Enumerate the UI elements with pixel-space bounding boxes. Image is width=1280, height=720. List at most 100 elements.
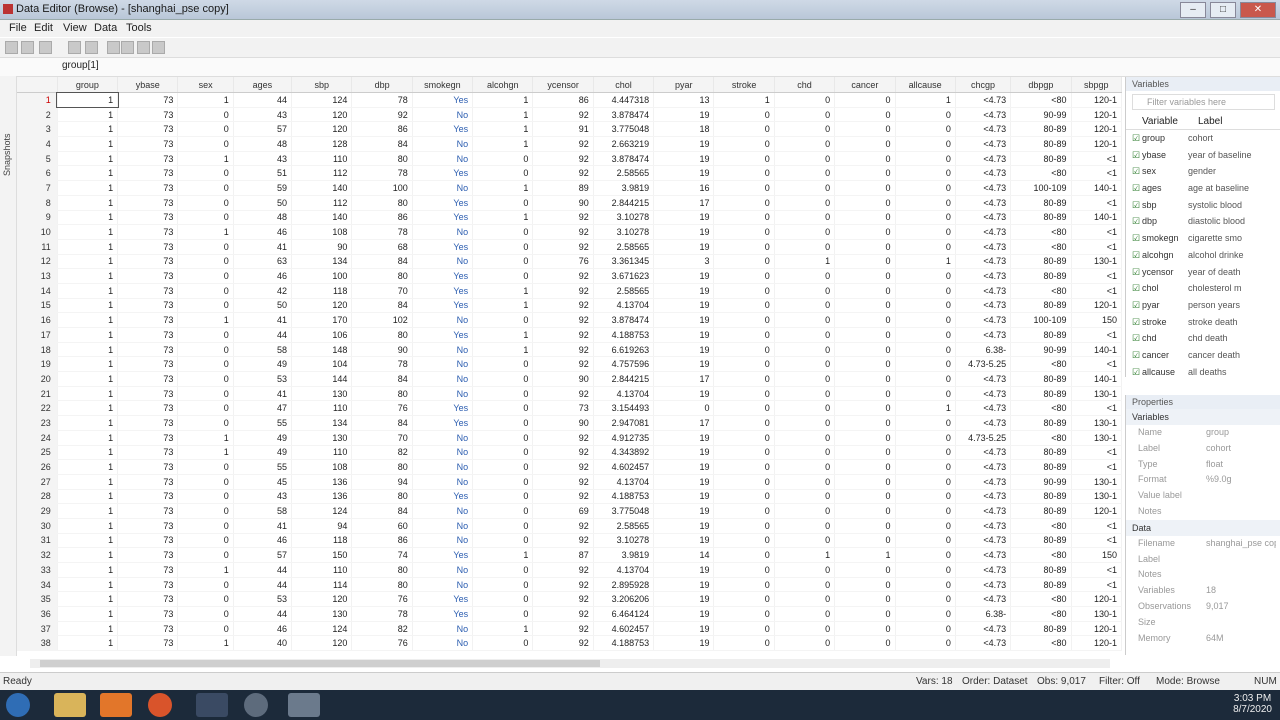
cell-chol[interactable]: 4.13704 bbox=[593, 298, 655, 314]
cell-cancer[interactable]: 0 bbox=[834, 635, 896, 652]
cell-chcgp[interactable]: 6.38- bbox=[955, 606, 1012, 622]
cell-allcause[interactable]: 0 bbox=[895, 107, 956, 123]
cell-sbpgp[interactable]: 120-1 bbox=[1071, 121, 1122, 138]
cell-sex[interactable]: 0 bbox=[177, 327, 234, 343]
cell-chcgp[interactable]: <4.73 bbox=[955, 386, 1012, 402]
cell-sbp[interactable]: 124 bbox=[291, 503, 353, 519]
cell-chol[interactable]: 3.10278 bbox=[593, 210, 655, 226]
cell-sex[interactable]: 0 bbox=[177, 547, 234, 563]
cell-chcgp[interactable]: 6.38- bbox=[955, 342, 1012, 358]
cell-chol[interactable]: 4.188753 bbox=[593, 635, 655, 652]
cell-allcause[interactable]: 0 bbox=[895, 195, 956, 211]
cell-chd[interactable]: 0 bbox=[774, 474, 836, 490]
cell-sex[interactable]: 0 bbox=[177, 371, 234, 387]
cell-cancer[interactable]: 0 bbox=[834, 151, 896, 167]
cell-dbp[interactable]: 84 bbox=[351, 298, 413, 314]
row-number[interactable]: 4 bbox=[17, 136, 58, 152]
variable-row[interactable]: ☑ sex gender bbox=[1126, 163, 1280, 180]
cell-sbpgp[interactable]: <1 bbox=[1071, 459, 1122, 475]
variable-row[interactable]: ☑ chol cholesterol m bbox=[1126, 280, 1280, 297]
maximize-button[interactable]: □ bbox=[1210, 2, 1236, 18]
cell-chol[interactable]: 2.844215 bbox=[593, 371, 655, 387]
cell-allcause[interactable]: 0 bbox=[895, 151, 956, 167]
cell-alcohgn[interactable]: 0 bbox=[472, 386, 534, 402]
cell-stroke[interactable]: 0 bbox=[713, 577, 775, 593]
cell-stroke[interactable]: 0 bbox=[713, 210, 775, 226]
variable-row[interactable]: ☑ dbp diastolic blood bbox=[1126, 213, 1280, 230]
column-header-allcause[interactable]: allcause bbox=[895, 77, 956, 93]
cell-pyar[interactable]: 19 bbox=[653, 283, 715, 299]
row-number[interactable]: 2 bbox=[17, 107, 58, 123]
cell-chcgp[interactable]: <4.73 bbox=[955, 562, 1012, 578]
cell-smokegn[interactable]: No bbox=[412, 577, 474, 593]
cell-pyar[interactable]: 19 bbox=[653, 606, 715, 622]
cell-chol[interactable]: 2.947081 bbox=[593, 415, 655, 431]
cell-alcohgn[interactable]: 0 bbox=[472, 503, 534, 519]
cut-icon[interactable] bbox=[39, 41, 52, 54]
cell-ages[interactable]: 58 bbox=[233, 342, 293, 358]
cell-ycensor[interactable]: 89 bbox=[532, 180, 594, 196]
cell-sbp[interactable]: 112 bbox=[291, 195, 353, 211]
cell-stroke[interactable]: 0 bbox=[713, 591, 775, 608]
cell-sbp[interactable]: 124 bbox=[291, 621, 353, 637]
cell-pyar[interactable]: 14 bbox=[653, 547, 715, 563]
variables-manager-icon[interactable] bbox=[107, 41, 120, 54]
cell-allcause[interactable]: 0 bbox=[895, 371, 956, 387]
variable-filter-input[interactable]: Filter variables here bbox=[1132, 94, 1275, 110]
cell-chcgp[interactable]: <4.73 bbox=[955, 136, 1012, 152]
cell-sbpgp[interactable]: 120-1 bbox=[1071, 136, 1122, 152]
cell-sbp[interactable]: 120 bbox=[291, 635, 353, 652]
cell-sex[interactable]: 0 bbox=[177, 210, 234, 226]
cell-stroke[interactable]: 0 bbox=[713, 562, 775, 578]
cell-ybase[interactable]: 73 bbox=[117, 459, 179, 475]
cell-ybase[interactable]: 73 bbox=[117, 342, 179, 358]
cell-sex[interactable]: 1 bbox=[177, 312, 234, 328]
column-header-ycensor[interactable]: ycensor bbox=[532, 77, 594, 93]
cell-sex[interactable]: 0 bbox=[177, 239, 234, 255]
cell-allcause[interactable]: 0 bbox=[895, 327, 956, 343]
cell-pyar[interactable]: 17 bbox=[653, 415, 715, 431]
row-number[interactable]: 17 bbox=[17, 327, 58, 343]
cell-allcause[interactable]: 0 bbox=[895, 577, 956, 593]
cell-ycensor[interactable]: 92 bbox=[532, 210, 594, 226]
column-header-sex[interactable]: sex bbox=[177, 77, 234, 93]
cell-pyar[interactable]: 17 bbox=[653, 195, 715, 211]
cell-chcgp[interactable]: <4.73 bbox=[955, 121, 1012, 138]
cell-sbpgp[interactable]: <1 bbox=[1071, 151, 1122, 167]
cell-alcohgn[interactable]: 0 bbox=[472, 268, 534, 284]
cell-allcause[interactable]: 0 bbox=[895, 224, 956, 240]
cell-ybase[interactable]: 73 bbox=[117, 107, 179, 123]
cell-sbpgp[interactable]: <1 bbox=[1071, 400, 1122, 417]
cell-chol[interactable]: 2.844215 bbox=[593, 195, 655, 211]
cell-smokegn[interactable]: Yes bbox=[412, 400, 474, 417]
cell-chcgp[interactable]: <4.73 bbox=[955, 298, 1012, 314]
cell-chd[interactable]: 0 bbox=[774, 210, 836, 226]
cell-ages[interactable]: 57 bbox=[233, 121, 293, 138]
cell-chol[interactable]: 3.10278 bbox=[593, 224, 655, 240]
variable-row[interactable]: ☑ cancer cancer death bbox=[1126, 347, 1280, 364]
cell-sbpgp[interactable]: <1 bbox=[1071, 283, 1122, 299]
cell-alcohgn[interactable]: 0 bbox=[472, 591, 534, 608]
cell-smokegn[interactable]: No bbox=[412, 180, 474, 196]
cell-chcgp[interactable]: <4.73 bbox=[955, 107, 1012, 123]
cell-dbpgp[interactable]: 80-89 bbox=[1010, 459, 1072, 475]
checkbox-icon[interactable]: ☑ bbox=[1132, 330, 1142, 347]
cell-group[interactable]: 1 bbox=[57, 533, 119, 549]
cell-ages[interactable]: 48 bbox=[233, 136, 293, 152]
variable-row[interactable]: ☑ alcohgn alcohol drinke bbox=[1126, 247, 1280, 264]
cell-stroke[interactable]: 0 bbox=[713, 400, 775, 417]
cell-pyar[interactable]: 19 bbox=[653, 356, 715, 373]
cell-dbp[interactable]: 80 bbox=[351, 195, 413, 211]
cell-sbp[interactable]: 118 bbox=[291, 533, 353, 549]
cell-sex[interactable]: 0 bbox=[177, 474, 234, 490]
cell-group[interactable]: 1 bbox=[57, 283, 119, 299]
cell-smokegn[interactable]: No bbox=[412, 356, 474, 373]
cell-cancer[interactable]: 0 bbox=[834, 415, 896, 431]
cell-ybase[interactable]: 73 bbox=[117, 254, 179, 270]
cell-group[interactable]: 1 bbox=[57, 254, 119, 270]
cell-cancer[interactable]: 0 bbox=[834, 386, 896, 402]
cell-smokegn[interactable]: No bbox=[412, 224, 474, 240]
cell-sex[interactable]: 0 bbox=[177, 268, 234, 284]
cell-sbpgp[interactable]: <1 bbox=[1071, 577, 1122, 593]
cell-chd[interactable]: 0 bbox=[774, 195, 836, 211]
